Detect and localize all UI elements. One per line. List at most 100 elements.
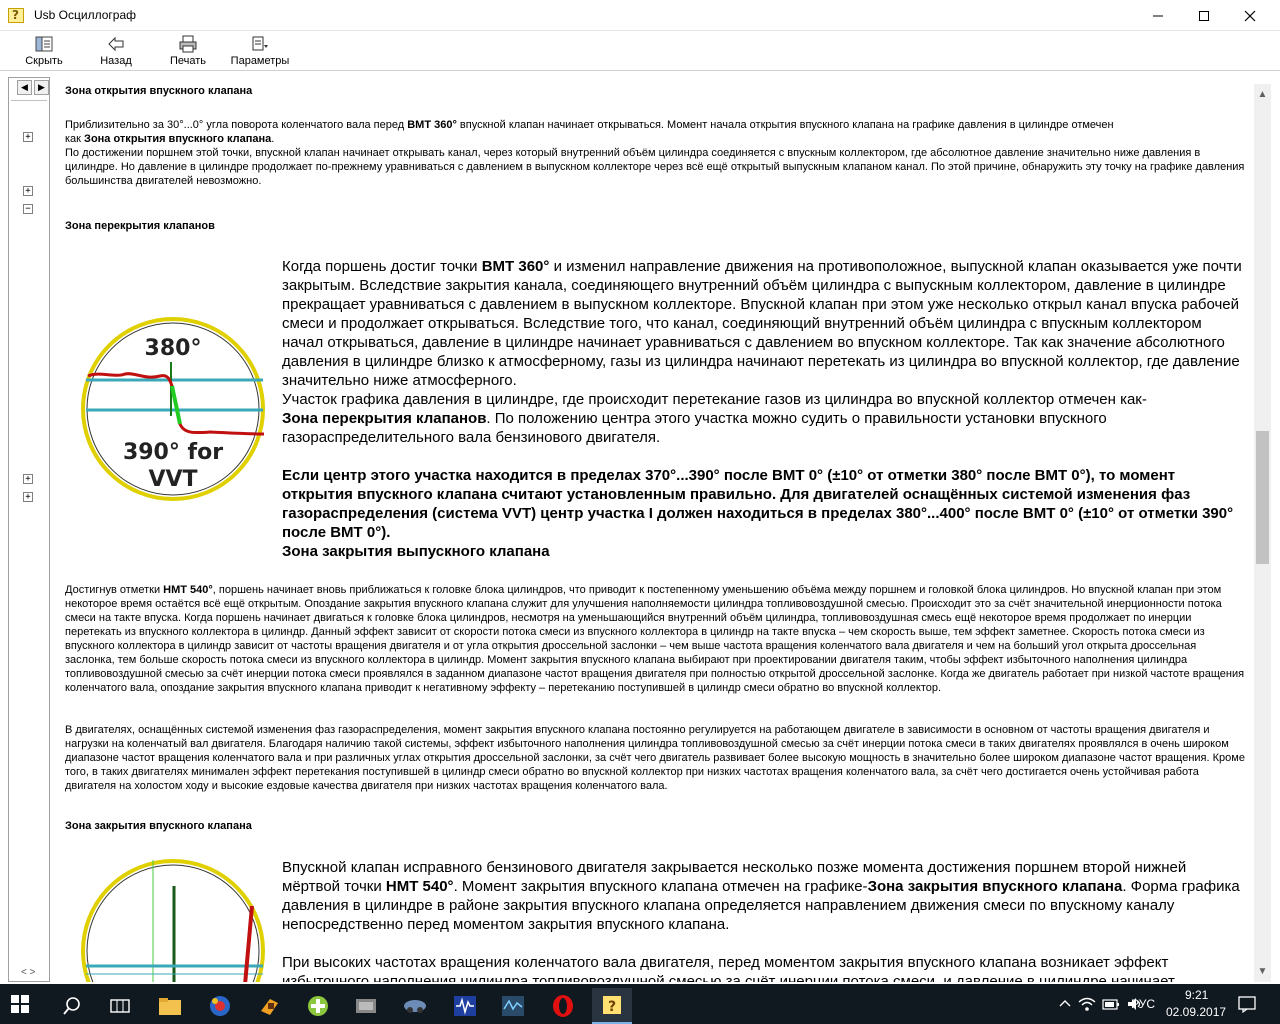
options-icon — [252, 36, 268, 51]
text: , поршень начинает вновь приближаться к … — [65, 584, 1245, 694]
taskbar-explorer[interactable] — [150, 988, 190, 1024]
content-vertical-scrollbar[interactable]: ▲ ▼ — [1254, 84, 1271, 982]
scroll-down-arrow-icon[interactable]: ▼ — [1254, 963, 1271, 980]
tray-clock-time[interactable]: 9:21 — [1185, 988, 1208, 1002]
tray-wifi-icon[interactable] — [1078, 996, 1096, 1012]
nav-divider — [11, 100, 47, 101]
minimize-button[interactable] — [1135, 0, 1181, 31]
scroll-thumb[interactable] — [1256, 431, 1269, 564]
maximize-button[interactable] — [1181, 0, 1227, 31]
text: При высоких частотах вращения коленчатог… — [282, 954, 1175, 982]
window-title: Usb Осциллограф — [34, 8, 136, 22]
windows-logo-icon — [11, 995, 29, 1013]
text: впускной клапан начинает открываться. Мо… — [456, 119, 1114, 131]
options-label: Параметры — [230, 55, 290, 67]
tree-expand-node[interactable]: + — [23, 186, 33, 196]
tray-language[interactable]: РУС — [1131, 997, 1155, 1011]
taskbar-app-opera[interactable] — [543, 988, 583, 1024]
scroll-up-arrow-icon[interactable]: ▲ — [1254, 86, 1271, 103]
task-view-icon — [110, 999, 130, 1013]
hide-label: Скрыть — [25, 55, 63, 67]
close-icon — [1244, 10, 1256, 21]
tree-expand-node[interactable]: + — [23, 492, 33, 502]
hide-pane-icon — [35, 36, 53, 52]
taskbar-app-vehicle[interactable] — [395, 988, 435, 1024]
intake-close-figure — [80, 856, 268, 982]
tree-collapse-node[interactable]: − — [23, 204, 33, 214]
tree-expand-node[interactable]: + — [23, 474, 33, 484]
text: Достигнув отметки — [65, 584, 164, 596]
help-content: Зона открытия впускного клапана Приблизи… — [54, 71, 1254, 982]
intake-close-zone-link[interactable]: Зона закрытия впускного клапана — [868, 878, 1123, 895]
paragraph-exhaust-close: Достигнув отметки HMT 540°, поршень начи… — [65, 583, 1247, 695]
svg-text:?: ? — [608, 999, 616, 1015]
taskbar-app-scope[interactable] — [493, 988, 533, 1024]
hide-button[interactable]: Скрыть — [22, 33, 66, 69]
toolbar: Скрыть Назад Печать Параметры — [0, 31, 1280, 71]
back-label: Назад — [100, 55, 132, 67]
device-app-icon — [356, 999, 376, 1013]
options-button[interactable]: Параметры — [228, 33, 292, 69]
printer-icon — [179, 35, 197, 53]
minimize-icon — [1153, 15, 1163, 16]
tray-battery-icon[interactable] — [1102, 996, 1120, 1012]
paragraph-vvt: В двигателях, оснащённых системой измене… — [65, 724, 1245, 792]
oscilloscope-app-icon — [502, 996, 524, 1016]
maximize-icon — [1199, 10, 1209, 21]
nav-tab-left[interactable]: ◀ — [17, 80, 32, 95]
toolbox-icon — [261, 999, 278, 1015]
nav-tabs: ◀ ▶ — [13, 80, 49, 97]
taskbar-app-globe[interactable] — [200, 988, 240, 1024]
print-button[interactable]: Печать — [165, 33, 211, 69]
text: . — [271, 133, 275, 145]
taskbar-app-help-active[interactable]: ? — [592, 988, 632, 1024]
action-center-icon[interactable] — [1238, 995, 1256, 1013]
bmt-360-label: BMT 360° — [481, 258, 550, 275]
text: . Момент закрытия впускного клапана отме… — [453, 878, 868, 895]
text: Приблизительно за 30°...0° угла поворота… — [65, 119, 408, 131]
opera-icon — [553, 995, 573, 1017]
nav-horizontal-scroll[interactable]: < > — [21, 967, 35, 978]
nmt-540-label: HMT 540° — [163, 584, 213, 596]
navigation-pane[interactable]: ◀ ▶ + + − + + < > — [8, 77, 50, 982]
taskbar-app-wave[interactable] — [445, 988, 485, 1024]
tray-chevron-up-icon[interactable] — [1058, 997, 1072, 1011]
paragraph-overlap: Когда поршень достиг точки BMT 360° и из… — [282, 257, 1246, 561]
text: как — [65, 133, 85, 145]
search-icon — [63, 997, 80, 1015]
fig1-bottom-label-2: VVT — [148, 467, 197, 492]
fig1-top-label: 380° — [145, 336, 202, 361]
taskbar-app-device[interactable] — [346, 988, 386, 1024]
taskbar-app-plus[interactable] — [298, 988, 338, 1024]
globe-app-icon — [210, 996, 230, 1016]
back-button[interactable]: Назад — [92, 33, 140, 69]
nav-tab-right[interactable]: ▶ — [34, 80, 49, 95]
print-label: Печать — [169, 55, 207, 67]
close-button[interactable] — [1227, 0, 1273, 31]
plus-app-icon — [308, 996, 328, 1016]
tray-clock-date[interactable]: 02.09.2017 — [1166, 1005, 1226, 1019]
back-arrow-icon — [108, 36, 124, 52]
tree-expand-node[interactable]: + — [23, 132, 33, 142]
nmt-540-label: HMT 540° — [385, 878, 454, 895]
text: и изменил направление движения на против… — [282, 258, 1242, 389]
task-view-button[interactable] — [100, 988, 140, 1024]
vehicle-app-icon — [404, 1000, 426, 1013]
text: По достижении поршнем этой точки, впускн… — [65, 147, 1245, 187]
exhaust-close-link[interactable]: Зона закрытия выпускного клапана — [282, 543, 550, 560]
taskbar-app-tool[interactable] — [250, 988, 290, 1024]
taskbar: ? РУС 9:21 02.09.2017 — [0, 984, 1280, 1024]
folder-icon — [159, 998, 181, 1015]
search-button[interactable] — [52, 988, 92, 1024]
overlap-zone-link[interactable]: Зона перекрытия клапанов — [282, 410, 486, 427]
paragraph-intake-close: Впускной клапан исправного бензинового д… — [282, 858, 1246, 982]
heading-overlap: Зона перекрытия клапанов — [65, 220, 215, 232]
zone-link[interactable]: Зона открытия впускного клапана — [84, 133, 271, 145]
start-button[interactable] — [0, 984, 40, 1024]
title-bar: Usb Осциллограф — [0, 0, 1280, 31]
fig1-bottom-label-1: 390° for — [123, 440, 223, 465]
bmt-360-label: BMT 360° — [407, 119, 457, 131]
overlap-figure: 380° 390° for VVT — [80, 316, 268, 502]
text: Когда поршень достиг точки — [282, 258, 482, 275]
waveform-app-icon — [454, 996, 476, 1016]
